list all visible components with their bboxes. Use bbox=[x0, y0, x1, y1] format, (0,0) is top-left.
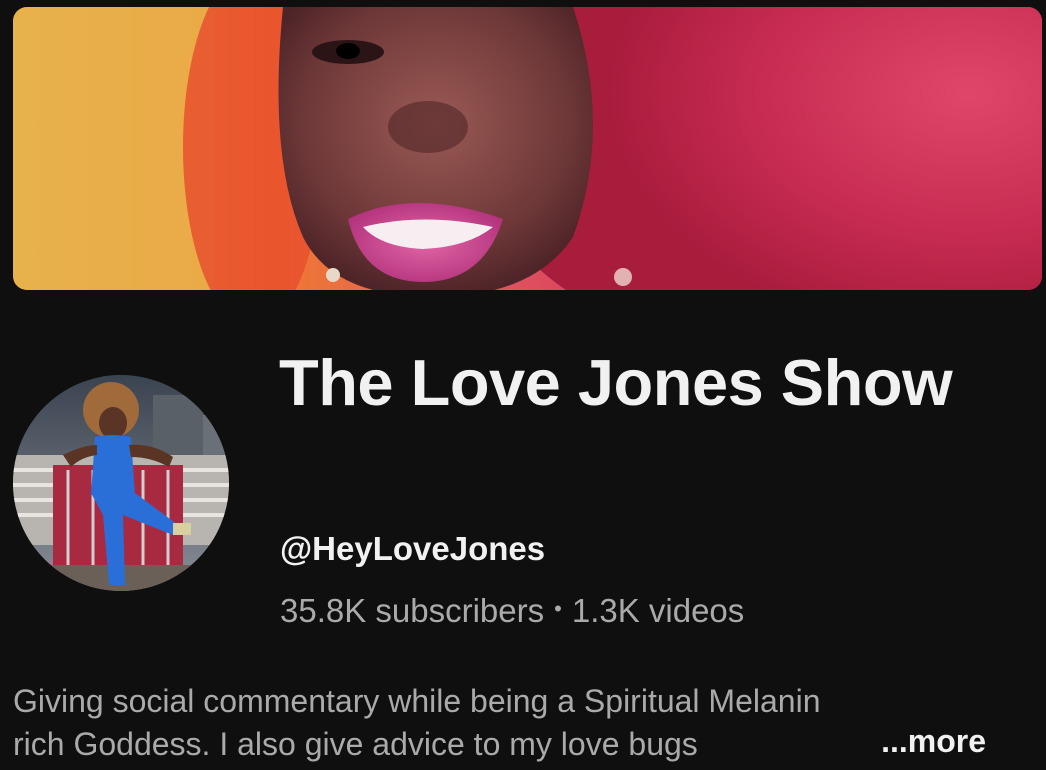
video-count: 1.3K videos bbox=[571, 592, 745, 629]
more-button[interactable]: ...more bbox=[881, 720, 1038, 763]
channel-avatar[interactable] bbox=[13, 375, 229, 591]
channel-handle: @HeyLoveJones bbox=[280, 530, 546, 567]
stats-separator: • bbox=[554, 596, 562, 622]
avatar-image bbox=[13, 375, 229, 591]
more-fade: ...more bbox=[821, 720, 1038, 770]
channel-banner bbox=[13, 7, 1042, 290]
subscriber-count: 35.8K subscribers bbox=[280, 592, 545, 629]
description-line-1: Giving social commentary while being a S… bbox=[13, 683, 821, 719]
channel-description[interactable]: Giving social commentary while being a S… bbox=[13, 680, 1038, 770]
banner-image bbox=[13, 7, 1042, 290]
channel-stats: 35.8K subscribers • 1.3K videos bbox=[280, 592, 744, 630]
description-line-2: rich Goddess. I also give advice to my l… bbox=[13, 726, 698, 762]
channel-title: The Love Jones Show bbox=[279, 346, 953, 419]
